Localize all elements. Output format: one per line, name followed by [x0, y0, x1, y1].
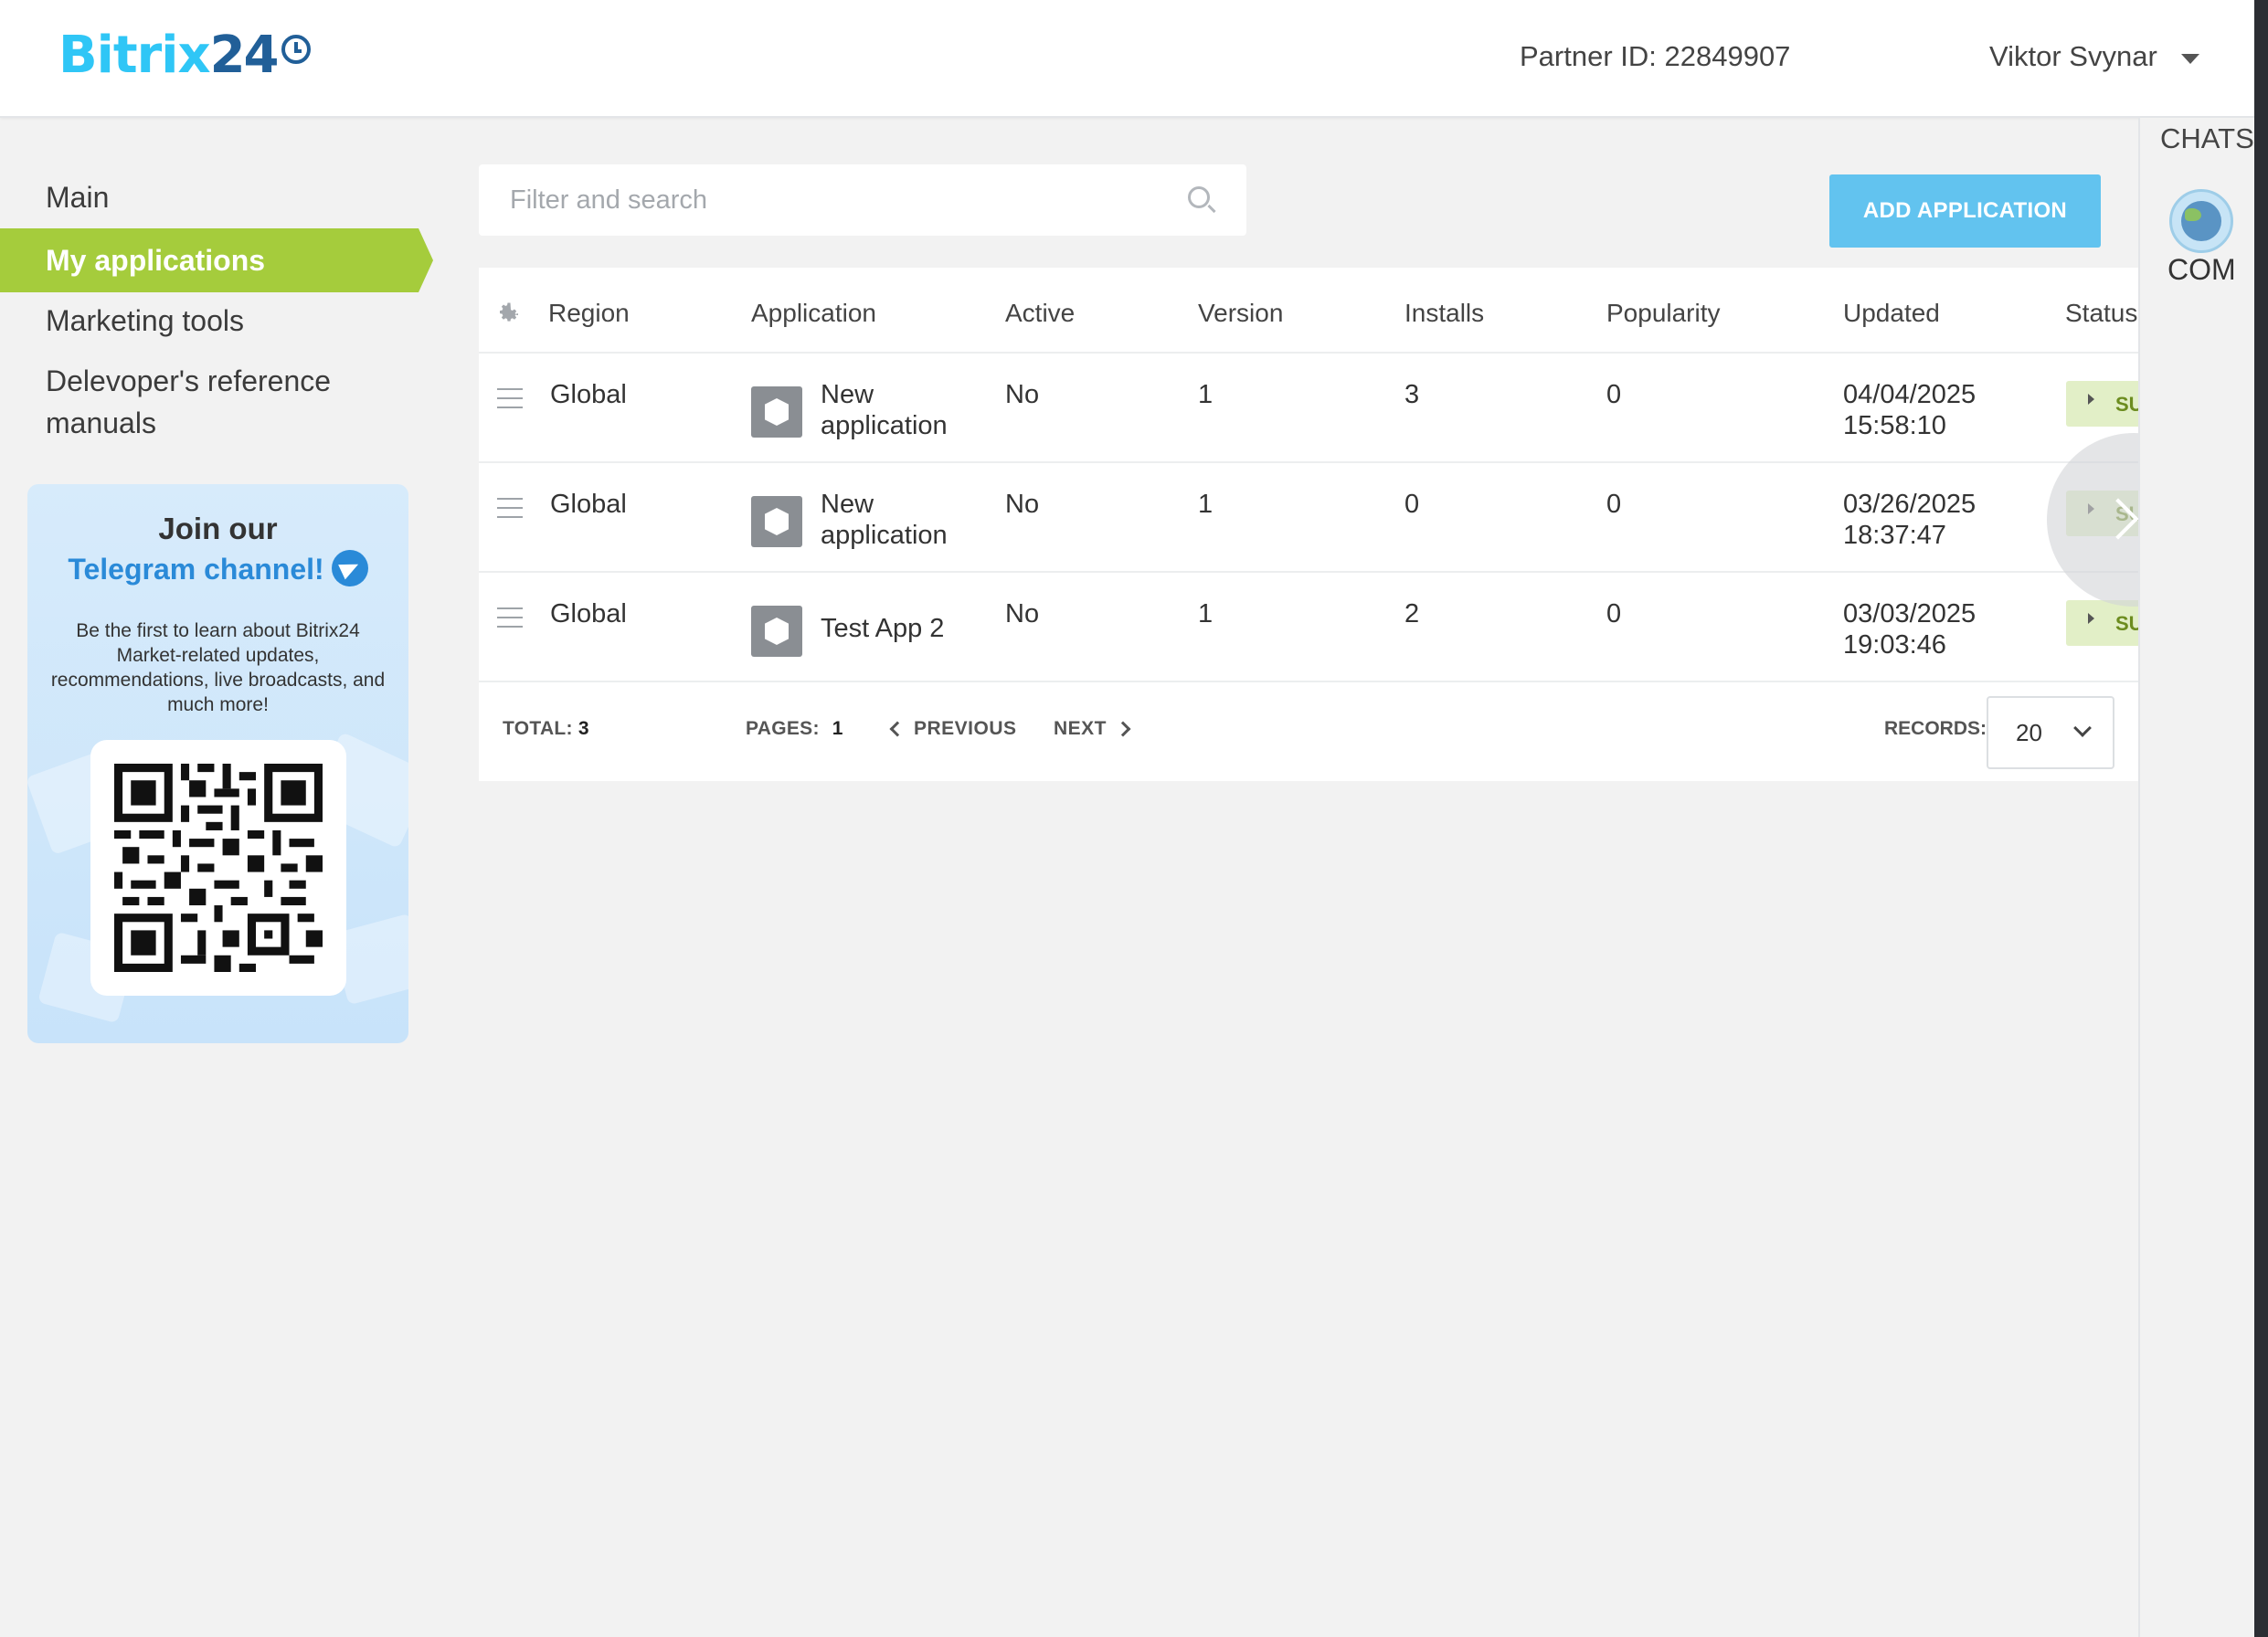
cell-popularity: 0 — [1606, 380, 1622, 409]
total-label: TOTAL: — [503, 718, 573, 739]
table-row[interactable]: Global New application No 1 0 0 03/26/20… — [479, 461, 2138, 571]
status-text: SU — [2115, 612, 2138, 635]
cell-application[interactable]: New application — [821, 489, 967, 551]
telegram-icon — [331, 550, 368, 586]
status-text: SU — [2115, 393, 2138, 416]
qr-code-card[interactable] — [90, 740, 346, 996]
cell-updated-time: 18:37:47 — [1843, 521, 1946, 550]
promo-subtitle: Telegram channel! — [27, 550, 408, 586]
records-per-page-select[interactable]: 20 — [1987, 696, 2114, 769]
search-icon[interactable] — [1188, 186, 1210, 208]
table-divider — [479, 681, 2138, 682]
cell-updated-date: 03/03/2025 — [1843, 599, 1977, 628]
search-input[interactable] — [479, 164, 1192, 236]
com-label[interactable]: COM — [2167, 253, 2236, 287]
pages-indicator: PAGES: 1 — [746, 718, 843, 740]
app-box-icon — [751, 386, 802, 438]
table-row[interactable]: Global New application No 1 3 0 04/04/20… — [479, 352, 2138, 461]
user-menu[interactable]: Viktor Svynar — [1989, 40, 2199, 73]
drag-handle-icon[interactable] — [497, 388, 523, 408]
status-badge[interactable]: SU — [2066, 600, 2138, 646]
pages-value[interactable]: 1 — [832, 718, 843, 739]
previous-page-button[interactable]: PREVIOUS — [889, 718, 1017, 740]
chevron-right-icon — [1115, 721, 1131, 737]
cell-active: No — [1005, 599, 1040, 628]
promo-subtitle-text: Telegram channel! — [68, 553, 324, 586]
sidebar-item-my-applications[interactable]: My applications — [0, 228, 433, 292]
clock-icon — [281, 35, 311, 64]
cell-application[interactable]: New application — [821, 379, 967, 441]
records-label: RECORDS: — [1884, 718, 1987, 739]
chats-label[interactable]: CHATS — [2160, 122, 2254, 155]
column-header-application[interactable]: Application — [751, 295, 876, 332]
app-box-icon — [751, 606, 802, 657]
next-label: NEXT — [1054, 718, 1108, 739]
cell-installs: 3 — [1404, 380, 1420, 409]
previous-label: PREVIOUS — [914, 718, 1017, 739]
column-header-installs[interactable]: Installs — [1404, 295, 1484, 332]
cell-version: 1 — [1198, 380, 1213, 409]
logo-text-part2: 24 — [209, 26, 280, 85]
cell-installs: 0 — [1404, 490, 1420, 519]
cell-installs: 2 — [1404, 599, 1420, 628]
qr-code-icon — [114, 764, 323, 972]
table-row[interactable]: Global Test App 2 No 1 2 0 03/03/2025 19… — [479, 571, 2138, 681]
filter-search-box[interactable] — [479, 164, 1246, 236]
column-header-version[interactable]: Version — [1198, 295, 1283, 332]
column-header-status[interactable]: Status — [2065, 295, 2137, 332]
right-chats-panel: CHATS COM — [2138, 118, 2254, 1637]
column-header-region[interactable]: Region — [548, 295, 630, 332]
cell-region: Global — [550, 380, 627, 409]
sidebar-item-marketing-tools[interactable]: Marketing tools — [46, 300, 244, 342]
next-page-button[interactable]: NEXT — [1054, 718, 1131, 740]
cell-updated-time: 19:03:46 — [1843, 630, 1946, 660]
sidebar-item-developer-manuals[interactable]: Delevoper's reference manuals — [46, 360, 375, 444]
chevron-left-icon — [889, 721, 906, 737]
cell-updated-date: 04/04/2025 — [1843, 380, 1977, 409]
telegram-promo-banner[interactable]: Join our Telegram channel! Be the first … — [27, 484, 408, 1043]
caret-down-icon — [2180, 53, 2199, 64]
column-header-popularity[interactable]: Popularity — [1606, 295, 1721, 332]
cell-region: Global — [550, 490, 627, 519]
cell-active: No — [1005, 380, 1040, 409]
cell-version: 1 — [1198, 599, 1213, 628]
drag-handle-icon[interactable] — [497, 498, 523, 518]
app-window: Bitrix 24 Partner ID: 22849907 Viktor Sv… — [0, 0, 2254, 1637]
top-header: Bitrix 24 Partner ID: 22849907 Viktor Sv… — [0, 0, 2254, 118]
cell-region: Global — [550, 599, 627, 628]
gear-icon[interactable] — [495, 299, 523, 326]
pages-label: PAGES: — [746, 718, 820, 739]
cell-active: No — [1005, 490, 1040, 519]
column-header-active[interactable]: Active — [1005, 295, 1075, 332]
promo-title: Join our — [158, 512, 278, 545]
partner-id: Partner ID: 22849907 — [1520, 40, 1791, 72]
globe-icon[interactable] — [2169, 189, 2233, 253]
applications-table: Region Application Active Version Instal… — [479, 268, 2138, 781]
drag-handle-icon[interactable] — [497, 607, 523, 628]
chevron-down-icon — [2073, 719, 2092, 737]
add-application-button[interactable]: ADD APPLICATION — [1829, 174, 2101, 248]
cell-version: 1 — [1198, 490, 1213, 519]
column-header-updated[interactable]: Updated — [1843, 295, 1940, 332]
logo-text-part1: Bitrix — [58, 26, 211, 85]
bitrix24-logo[interactable]: Bitrix 24 — [58, 24, 311, 88]
cell-popularity: 0 — [1606, 599, 1622, 628]
cell-updated-date: 03/26/2025 — [1843, 490, 1977, 519]
app-box-icon — [751, 496, 802, 547]
cell-popularity: 0 — [1606, 490, 1622, 519]
user-name: Viktor Svynar — [1989, 40, 2157, 72]
records-value: 20 — [2016, 719, 2042, 746]
total-value: 3 — [578, 718, 589, 739]
cell-application[interactable]: Test App 2 — [821, 613, 985, 644]
cell-updated-time: 15:58:10 — [1843, 411, 1946, 440]
promo-description: Be the first to learn about Bitrix24 Mar… — [50, 620, 386, 715]
sidebar-item-label: My applications — [46, 244, 266, 277]
total-count: TOTAL: 3 — [503, 718, 589, 740]
sidebar-item-main[interactable]: Main — [46, 176, 109, 218]
status-badge[interactable]: SU — [2066, 381, 2138, 427]
